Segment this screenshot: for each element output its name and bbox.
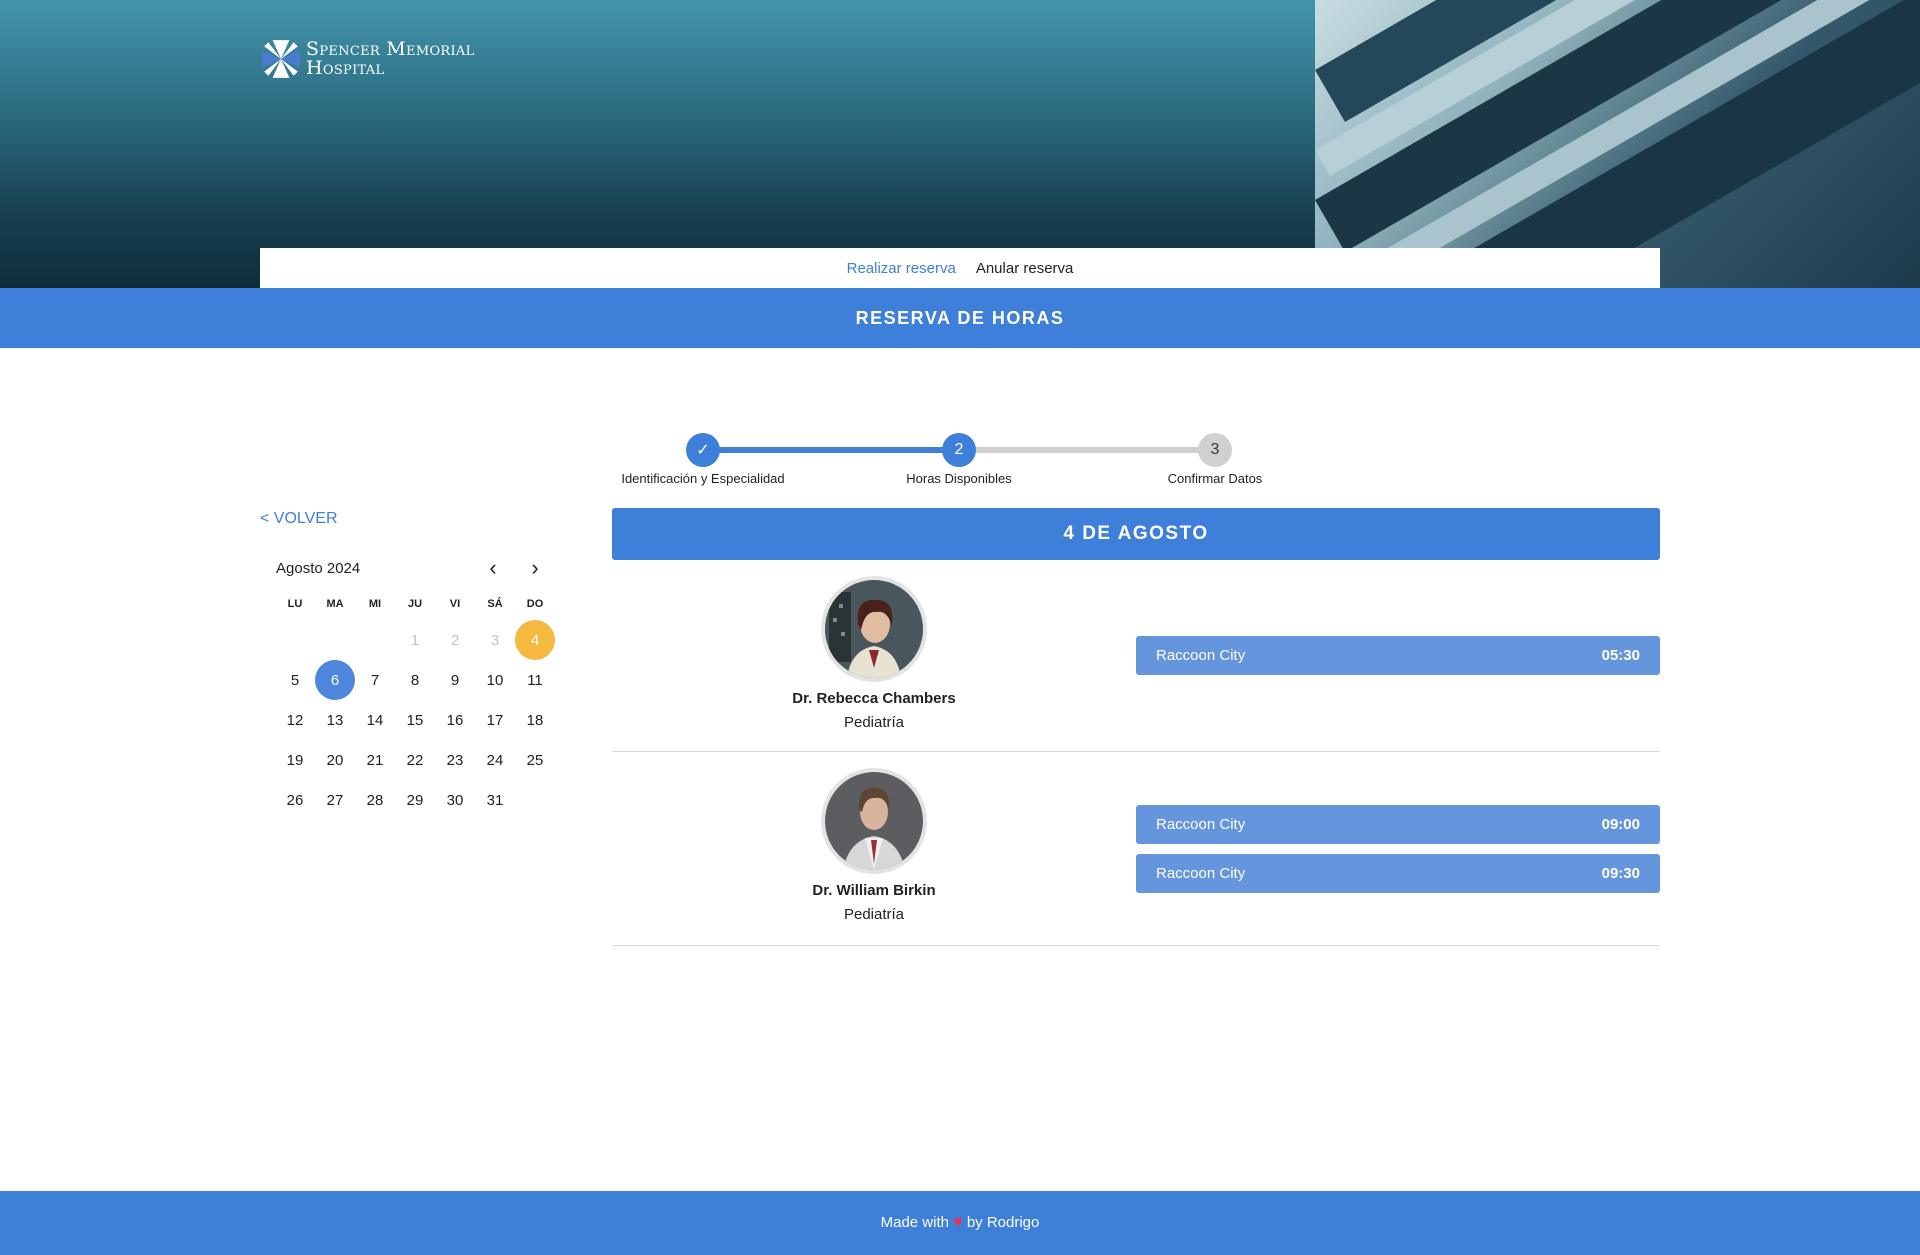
calendar-day[interactable]: 9 [435, 660, 475, 700]
doctor-row: Dr. William Birkin Pediatría Raccoon Cit… [612, 752, 1660, 946]
doctor-avatar [821, 768, 927, 874]
hero-banner: Spencer Memorial Hospital Realizar reser… [0, 0, 1920, 288]
calendar-weekday: SÁ [487, 598, 503, 610]
time-slot-button[interactable]: Raccoon City 05:30 [1136, 636, 1660, 675]
slot-location: Raccoon City [1156, 816, 1246, 833]
slot-time: 09:30 [1601, 865, 1640, 882]
calendar-day[interactable]: 19 [275, 740, 315, 780]
time-slot-button[interactable]: Raccoon City 09:30 [1136, 854, 1660, 893]
page-title: RESERVA DE HORAS [0, 288, 1920, 348]
calendar-day[interactable]: 12 [275, 700, 315, 740]
stepper-progress-line [703, 447, 959, 453]
calendar-day[interactable]: 17 [475, 700, 515, 740]
slot-location: Raccoon City [1156, 647, 1246, 664]
date-calendar: Agosto 2024 ‹ › LU MA MI JU VI SÁ DO 1 2 3 4 5 6 7 8 9 1… [276, 548, 556, 820]
calendar-weekday: MI [368, 598, 382, 610]
step-3-label: Confirmar Datos [1167, 471, 1263, 486]
doctor-portrait-icon [825, 772, 923, 870]
footer-prefix: Made with [880, 1214, 949, 1231]
doctor-portrait-icon [825, 580, 923, 678]
chevron-right-icon[interactable]: › [514, 548, 556, 588]
time-slot-list: Raccoon City 05:30 [1136, 636, 1660, 685]
calendar-grid: LU MA MI JU VI SÁ DO 1 2 3 4 5 6 7 8 9 10 11 12 13 14 15 16 17 1… [275, 588, 556, 820]
chevron-left-icon[interactable]: ‹ [472, 548, 514, 588]
calendar-day[interactable]: 28 [355, 780, 395, 820]
doctor-row: Dr. Rebecca Chambers Pediatría Raccoon C… [612, 570, 1660, 752]
stepper-remaining-line [959, 447, 1215, 453]
selected-date-header: 4 DE AGOSTO [612, 508, 1660, 560]
doctor-name: Dr. Rebecca Chambers [792, 690, 956, 707]
calendar-weekday: DO [526, 598, 544, 610]
calendar-day[interactable]: 23 [435, 740, 475, 780]
calendar-day[interactable]: 26 [275, 780, 315, 820]
calendar-day[interactable]: 5 [275, 660, 315, 700]
calendar-day-today[interactable]: 6 [315, 660, 355, 700]
calendar-day[interactable]: 24 [475, 740, 515, 780]
slot-time: 09:00 [1601, 816, 1640, 833]
calendar-day[interactable]: 27 [315, 780, 355, 820]
step-3-marker: 3 [1198, 433, 1232, 467]
calendar-day[interactable]: 20 [315, 740, 355, 780]
doctor-info: Dr. Rebecca Chambers Pediatría [612, 570, 1136, 731]
calendar-day[interactable]: 25 [515, 740, 555, 780]
calendar-empty-cell [315, 620, 355, 660]
calendar-day[interactable]: 31 [475, 780, 515, 820]
calendar-day[interactable]: 7 [355, 660, 395, 700]
calendar-day: 3 [490, 631, 500, 649]
heart-icon: ♥ [953, 1214, 963, 1231]
step-1-label: Identificación y Especialidad [621, 471, 785, 486]
calendar-day[interactable]: 18 [515, 700, 555, 740]
calendar-day[interactable]: 8 [395, 660, 435, 700]
calendar-day[interactable]: 10 [475, 660, 515, 700]
calendar-day: 2 [450, 631, 460, 649]
nav-realizar-reserva[interactable]: Realizar reserva [847, 260, 956, 277]
calendar-day[interactable]: 13 [315, 700, 355, 740]
calendar-day: 1 [410, 631, 420, 649]
main-nav: Realizar reserva Anular reserva [260, 248, 1660, 288]
calendar-weekday: JU [407, 598, 423, 610]
calendar-empty-cell [275, 620, 315, 660]
calendar-day[interactable]: 30 [435, 780, 475, 820]
hospital-building-image [1315, 0, 1920, 288]
doctor-name: Dr. William Birkin [812, 882, 936, 899]
step-1-check-icon: ✓ [686, 433, 720, 467]
calendar-day[interactable]: 21 [355, 740, 395, 780]
calendar-header: Agosto 2024 ‹ › [276, 548, 556, 588]
footer-suffix: by Rodrigo [966, 1214, 1040, 1231]
calendar-empty-cell [355, 620, 395, 660]
calendar-weekday: MA [326, 598, 344, 610]
back-link[interactable]: < VOLVER [260, 510, 338, 528]
nav-anular-reserva[interactable]: Anular reserva [976, 260, 1074, 277]
calendar-day[interactable]: 16 [435, 700, 475, 740]
hospital-name-line2: Hospital [306, 57, 385, 79]
logo-mark-icon [262, 40, 300, 78]
hospital-logo[interactable]: Spencer Memorial Hospital [260, 38, 475, 80]
calendar-day[interactable]: 11 [515, 660, 555, 700]
calendar-day-selected[interactable]: 4 [515, 620, 555, 660]
slot-location: Raccoon City [1156, 865, 1246, 882]
calendar-day[interactable]: 29 [395, 780, 435, 820]
doctor-avatar [821, 576, 927, 682]
doctor-info: Dr. William Birkin Pediatría [612, 752, 1136, 923]
time-slot-list: Raccoon City 09:00 Raccoon City 09:30 [1136, 805, 1660, 903]
calendar-month-label: Agosto 2024 [276, 559, 361, 577]
step-2-label: Horas Disponibles [906, 471, 1012, 486]
doctor-specialty: Pediatría [843, 714, 905, 731]
calendar-day[interactable]: 22 [395, 740, 435, 780]
progress-stepper: ✓ 2 3 Identificación y Especialidad Hora… [605, 430, 1667, 490]
slot-time: 05:30 [1601, 647, 1640, 664]
footer: Made with ♥ by Rodrigo [0, 1191, 1920, 1255]
time-slot-button[interactable]: Raccoon City 09:00 [1136, 805, 1660, 844]
calendar-day[interactable]: 15 [395, 700, 435, 740]
calendar-day[interactable]: 14 [355, 700, 395, 740]
step-2-marker: 2 [942, 433, 976, 467]
calendar-weekday: LU [287, 598, 303, 610]
calendar-weekday: VI [449, 598, 461, 610]
doctor-specialty: Pediatría [843, 906, 905, 923]
hospital-name: Spencer Memorial Hospital [306, 40, 475, 78]
